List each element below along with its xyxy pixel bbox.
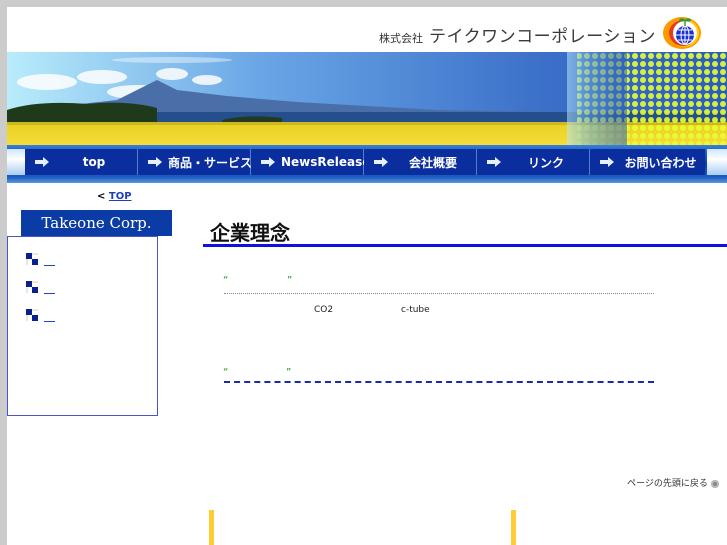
page: 株式会社 テイクワンコーポレーション top 商品・サービス NewsRelea…: [7, 7, 727, 545]
nav-item-newsrelease[interactable]: NewsRelease: [251, 149, 371, 175]
sidebar-item-link[interactable]: [44, 254, 55, 266]
nav-right-cap: [707, 149, 727, 175]
company-name: 株式会社 テイクワンコーポレーション: [379, 22, 656, 47]
company-name-text: テイクワンコーポレーション: [429, 27, 656, 47]
header: 株式会社 テイクワンコーポレーション: [7, 7, 727, 52]
open-quote: “: [223, 367, 229, 376]
arrow-right-icon: [35, 157, 49, 167]
section2-divider: [224, 381, 654, 383]
nav-item-label: お問い合わせ: [624, 155, 697, 170]
open-quote: “: [223, 275, 229, 284]
nav-item-links[interactable]: リンク: [477, 149, 590, 175]
nav-item-label: 会社概要: [408, 155, 457, 170]
footer-accent-bar: [209, 510, 214, 545]
nav-item-label: top: [82, 155, 106, 169]
sidebar-item[interactable]: [26, 309, 66, 323]
arrow-right-icon: [487, 157, 501, 167]
nav-item-products-services[interactable]: 商品・サービス: [138, 149, 253, 175]
title-underline: [203, 244, 727, 247]
nav-left-cap: [7, 149, 25, 175]
company-prefix: 株式会社: [379, 32, 423, 45]
nav-item-company-profile[interactable]: 会社概要: [364, 149, 477, 175]
arrow-right-icon: [600, 157, 614, 167]
arrow-right-icon: [261, 157, 275, 167]
nav-item-top[interactable]: top: [25, 149, 138, 175]
back-prefix: <: [97, 191, 106, 202]
sidebar-panel: [7, 236, 158, 416]
section1-divider: [224, 293, 654, 294]
main-nav: top 商品・サービス NewsRelease 会社概要 リンク お問い合わせ: [7, 145, 727, 183]
close-quote: ”: [287, 275, 293, 284]
section2-heading: “ ”: [223, 367, 291, 376]
circle-arrow-icon: [710, 479, 719, 488]
arrow-right-icon: [374, 157, 388, 167]
section1-heading: “ ”: [223, 275, 292, 284]
close-quote: ”: [286, 367, 292, 376]
blue-squares-bullet-icon: [26, 253, 38, 265]
blue-squares-bullet-icon: [26, 281, 38, 293]
globe-sprout-logo-icon[interactable]: [660, 11, 704, 51]
corp-title: Takeone Corp.: [21, 210, 172, 236]
back-to-top-link-row: < TOP: [97, 191, 132, 202]
sidebar-item-link[interactable]: [44, 282, 55, 294]
blue-squares-bullet-icon: [26, 309, 38, 321]
sidebar-item-link[interactable]: [44, 310, 55, 322]
nav-item-label: リンク: [527, 155, 564, 170]
section1-text-ctube: c-tube: [401, 305, 430, 315]
sidebar-item[interactable]: [26, 253, 66, 267]
top-link[interactable]: TOP: [109, 191, 132, 202]
back-to-page-top[interactable]: ページの先頭に戻る: [627, 476, 719, 489]
nav-item-label: 商品・サービス: [168, 155, 253, 170]
nav-item-label: NewsRelease: [281, 155, 371, 169]
back-to-top-label: ページの先頭に戻る: [627, 479, 708, 489]
footer-accent-bar: [511, 510, 516, 545]
section1-text-co2: CO2: [314, 305, 334, 315]
sidebar-item[interactable]: [26, 281, 66, 295]
nav-list: top 商品・サービス NewsRelease 会社概要 リンク お問い合わせ: [25, 149, 705, 175]
nav-item-contact[interactable]: お問い合わせ: [590, 149, 705, 175]
banner-image: [7, 52, 727, 145]
page-title: 企業理念: [210, 221, 290, 245]
arrow-right-icon: [148, 157, 162, 167]
